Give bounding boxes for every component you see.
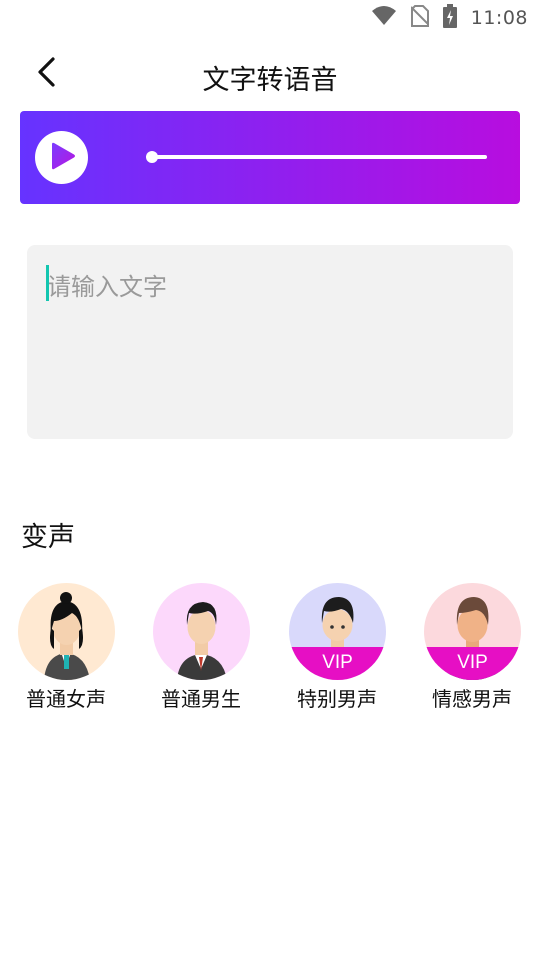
voice-list: 普通女声 普通男生 VIP 特别男声 VIP 情感男声 — [0, 583, 540, 713]
female-avatar-icon — [18, 583, 115, 680]
special-male-avatar-icon: VIP — [289, 583, 386, 680]
text-input[interactable] — [27, 245, 513, 439]
slider-thumb[interactable] — [146, 151, 158, 163]
voice-option-normal-female[interactable]: 普通女声 — [1, 583, 131, 713]
audio-player — [20, 111, 520, 204]
battery-charging-icon — [442, 4, 457, 32]
progress-slider[interactable] — [146, 151, 487, 163]
vip-badge: VIP — [289, 647, 386, 680]
emotional-male-avatar-icon: VIP — [424, 583, 521, 680]
male-avatar-icon — [153, 583, 250, 680]
no-sim-icon — [410, 5, 430, 31]
play-button[interactable] — [35, 131, 88, 184]
status-bar: 11:08 — [0, 0, 540, 36]
wifi-icon — [371, 5, 397, 31]
voice-label: 普通女声 — [26, 687, 106, 711]
vip-badge: VIP — [424, 647, 521, 680]
voice-option-normal-male[interactable]: 普通男生 — [136, 583, 266, 713]
text-caret — [46, 265, 49, 301]
voice-option-special-male[interactable]: VIP 特别男声 — [272, 583, 402, 713]
voice-label: 特别男声 — [297, 687, 377, 711]
status-icons: 11:08 — [371, 4, 528, 32]
voice-label: 情感男声 — [432, 687, 512, 711]
page-title: 文字转语音 — [202, 65, 338, 96]
voice-option-emotional-male[interactable]: VIP 情感男声 — [407, 583, 537, 713]
play-icon — [45, 139, 79, 177]
title-bar: 文字转语音 — [0, 44, 540, 104]
status-time: 11:08 — [470, 7, 528, 29]
voice-label: 普通男生 — [161, 687, 241, 711]
voice-section-title: 变声 — [21, 522, 75, 553]
